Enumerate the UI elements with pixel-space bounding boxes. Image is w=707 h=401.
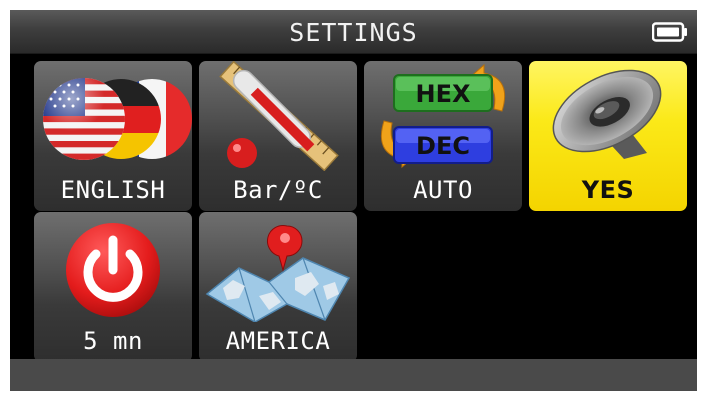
units-tile[interactable]: Bar/ºC [199, 61, 357, 211]
status-bar [10, 359, 697, 391]
units-label: Bar/ºC [233, 176, 323, 204]
auto-off-label: 5 mn [83, 327, 143, 355]
hex-text: HEX [416, 80, 471, 108]
hex-dec-convert-icon: HEX DEC [380, 63, 506, 169]
format-label: AUTO [413, 176, 473, 204]
region-tile[interactable]: AMERICA [199, 212, 357, 362]
map-pin-icon [205, 224, 351, 322]
sound-label: YES [581, 176, 635, 204]
power-icon [66, 223, 160, 317]
language-tile[interactable]: ENGLISH [34, 61, 192, 211]
language-label: ENGLISH [60, 176, 166, 204]
settings-screen: SETTINGS ENGLISH Bar/ºC HEX DEC AUTO YES… [10, 10, 697, 391]
auto-off-tile[interactable]: 5 mn [34, 212, 192, 362]
page-title: SETTINGS [289, 18, 418, 47]
region-label: AMERICA [225, 327, 331, 355]
language-flags-icon [43, 78, 192, 160]
format-tile[interactable]: HEX DEC AUTO [364, 61, 522, 211]
units-ruler-thermometer-icon [219, 61, 339, 171]
speaker-icon [552, 69, 662, 159]
dec-text: DEC [416, 132, 470, 160]
battery-full-icon [652, 22, 687, 42]
title-bar: SETTINGS [10, 10, 697, 54]
sound-tile[interactable]: YES [529, 61, 687, 211]
